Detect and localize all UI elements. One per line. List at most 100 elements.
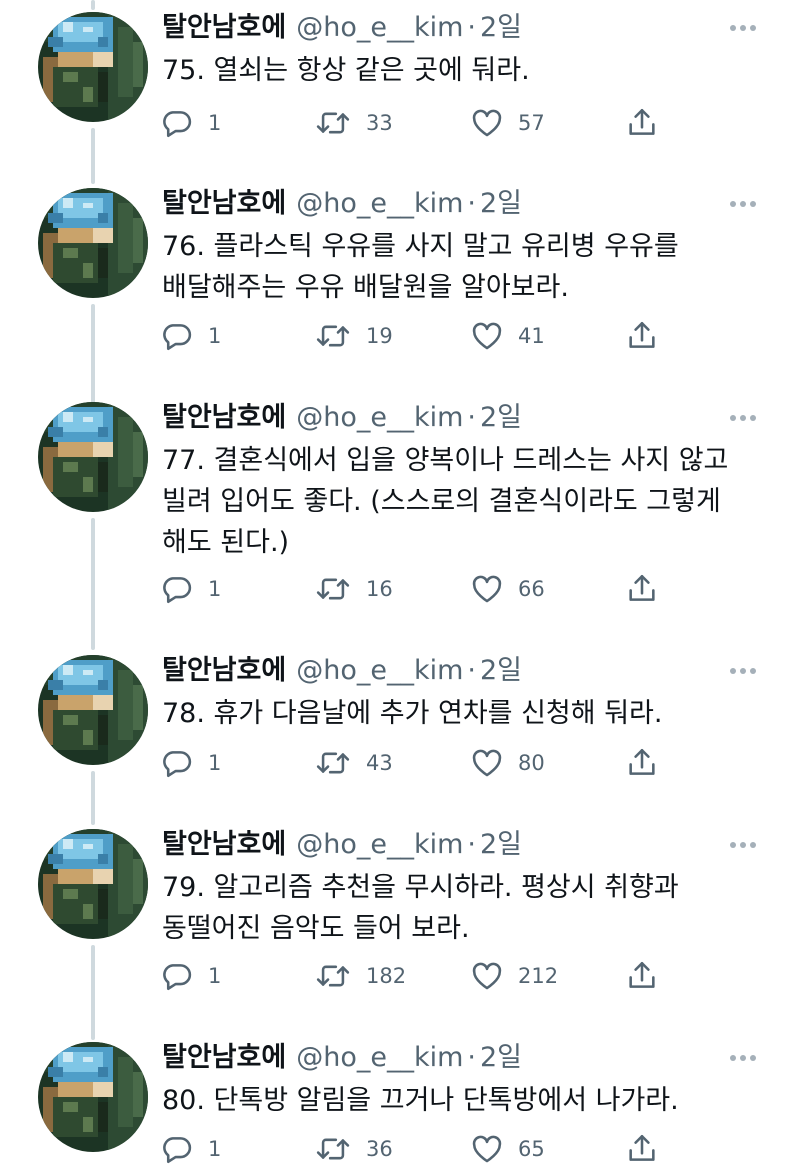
thread-line bbox=[91, 518, 95, 650]
timestamp[interactable]: 2일 bbox=[480, 10, 522, 46]
timestamp[interactable]: 2일 bbox=[480, 400, 522, 436]
separator-dot: · bbox=[467, 655, 476, 686]
separator-dot: · bbox=[467, 12, 476, 43]
share-button[interactable] bbox=[625, 105, 659, 141]
more-icon[interactable] bbox=[728, 1050, 758, 1064]
reply-button[interactable]: 1 bbox=[160, 318, 221, 354]
retweet-button[interactable]: 19 bbox=[314, 318, 393, 354]
like-count: 65 bbox=[518, 1137, 545, 1161]
more-icon[interactable] bbox=[728, 196, 758, 210]
like-button[interactable]: 57 bbox=[470, 105, 545, 141]
retweet-count: 43 bbox=[366, 751, 393, 775]
display-name[interactable]: 탈안남호에 bbox=[162, 10, 286, 46]
like-button[interactable]: 65 bbox=[470, 1131, 545, 1167]
separator-dot: · bbox=[467, 188, 476, 219]
avatar[interactable] bbox=[38, 1042, 148, 1152]
retweet-icon bbox=[314, 959, 352, 993]
tweet-header: 탈안남호에 @ho_e__kim · 2일 bbox=[162, 10, 522, 46]
reply-button[interactable]: 1 bbox=[160, 105, 221, 141]
share-button[interactable] bbox=[625, 745, 659, 781]
share-icon bbox=[625, 1132, 659, 1166]
display-name[interactable]: 탈안남호에 bbox=[162, 400, 286, 436]
display-name[interactable]: 탈안남호에 bbox=[162, 653, 286, 689]
avatar[interactable] bbox=[38, 188, 148, 298]
retweet-count: 16 bbox=[366, 577, 393, 601]
retweet-button[interactable]: 16 bbox=[314, 571, 393, 607]
like-count: 212 bbox=[518, 964, 559, 988]
retweet-icon bbox=[314, 1132, 352, 1166]
display-name[interactable]: 탈안남호에 bbox=[162, 1040, 286, 1076]
like-button[interactable]: 41 bbox=[470, 318, 545, 354]
tweet-text: 75. 열쇠는 항상 같은 곳에 둬라. bbox=[162, 55, 530, 86]
reply-icon bbox=[160, 319, 194, 353]
separator-dot: · bbox=[467, 829, 476, 860]
reply-icon bbox=[160, 746, 194, 780]
tweet-header: 탈안남호에 @ho_e__kim · 2일 bbox=[162, 827, 522, 863]
tweet-text: 80. 단톡방 알림을 끄거나 단톡방에서 나가라. bbox=[162, 1085, 679, 1116]
thread-line bbox=[91, 945, 95, 1040]
reply-button[interactable]: 1 bbox=[160, 958, 221, 994]
timestamp[interactable]: 2일 bbox=[480, 186, 522, 222]
timestamp[interactable]: 2일 bbox=[480, 653, 522, 689]
retweet-button[interactable]: 36 bbox=[314, 1131, 393, 1167]
reply-button[interactable]: 1 bbox=[160, 745, 221, 781]
reply-count: 1 bbox=[208, 1137, 222, 1161]
share-button[interactable] bbox=[625, 318, 659, 354]
more-icon[interactable] bbox=[728, 663, 758, 677]
tweet-header: 탈안남호에 @ho_e__kim · 2일 bbox=[162, 400, 522, 436]
reply-icon bbox=[160, 572, 194, 606]
retweet-button[interactable]: 43 bbox=[314, 745, 393, 781]
reply-icon bbox=[160, 106, 194, 140]
display-name[interactable]: 탈안남호에 bbox=[162, 827, 286, 863]
retweet-icon bbox=[314, 572, 352, 606]
thread-line bbox=[91, 0, 95, 10]
reply-icon bbox=[160, 959, 194, 993]
retweet-button[interactable]: 182 bbox=[314, 958, 406, 994]
thread-line bbox=[91, 128, 95, 184]
reply-button[interactable]: 1 bbox=[160, 571, 221, 607]
like-count: 41 bbox=[518, 324, 545, 348]
share-icon bbox=[625, 572, 659, 606]
action-bar: 1 43 80 bbox=[160, 745, 680, 781]
avatar[interactable] bbox=[38, 12, 148, 122]
user-handle[interactable]: @ho_e__kim bbox=[296, 653, 463, 689]
more-icon[interactable] bbox=[728, 410, 758, 424]
avatar[interactable] bbox=[38, 402, 148, 512]
retweet-button[interactable]: 33 bbox=[314, 105, 393, 141]
user-handle[interactable]: @ho_e__kim bbox=[296, 10, 463, 46]
like-icon bbox=[470, 106, 504, 140]
thread-line bbox=[91, 771, 95, 825]
like-button[interactable]: 66 bbox=[470, 571, 545, 607]
like-button[interactable]: 212 bbox=[470, 958, 558, 994]
like-button[interactable]: 80 bbox=[470, 745, 545, 781]
user-handle[interactable]: @ho_e__kim bbox=[296, 1040, 463, 1076]
like-icon bbox=[470, 319, 504, 353]
reply-count: 1 bbox=[208, 324, 222, 348]
avatar[interactable] bbox=[38, 655, 148, 765]
share-button[interactable] bbox=[625, 958, 659, 994]
tweet-text: 76. 플라스틱 우유를 사지 말고 유리병 우유를 배달해주는 우유 배달원을… bbox=[162, 231, 679, 303]
like-icon bbox=[470, 746, 504, 780]
share-button[interactable] bbox=[625, 571, 659, 607]
timestamp[interactable]: 2일 bbox=[480, 1040, 522, 1076]
more-icon[interactable] bbox=[728, 837, 758, 851]
share-button[interactable] bbox=[625, 1131, 659, 1167]
action-bar: 1 16 66 bbox=[160, 571, 680, 607]
user-handle[interactable]: @ho_e__kim bbox=[296, 400, 463, 436]
tweet-header: 탈안남호에 @ho_e__kim · 2일 bbox=[162, 1040, 522, 1076]
reply-count: 1 bbox=[208, 964, 222, 988]
timestamp[interactable]: 2일 bbox=[480, 827, 522, 863]
like-count: 80 bbox=[518, 751, 545, 775]
user-handle[interactable]: @ho_e__kim bbox=[296, 827, 463, 863]
reply-count: 1 bbox=[208, 577, 222, 601]
display-name[interactable]: 탈안남호에 bbox=[162, 186, 286, 222]
reply-count: 1 bbox=[208, 751, 222, 775]
reply-button[interactable]: 1 bbox=[160, 1131, 221, 1167]
like-count: 57 bbox=[518, 111, 545, 135]
reply-icon bbox=[160, 1132, 194, 1166]
avatar[interactable] bbox=[38, 829, 148, 939]
like-icon bbox=[470, 572, 504, 606]
action-bar: 1 182 212 bbox=[160, 958, 680, 994]
user-handle[interactable]: @ho_e__kim bbox=[296, 186, 463, 222]
more-icon[interactable] bbox=[728, 20, 758, 34]
